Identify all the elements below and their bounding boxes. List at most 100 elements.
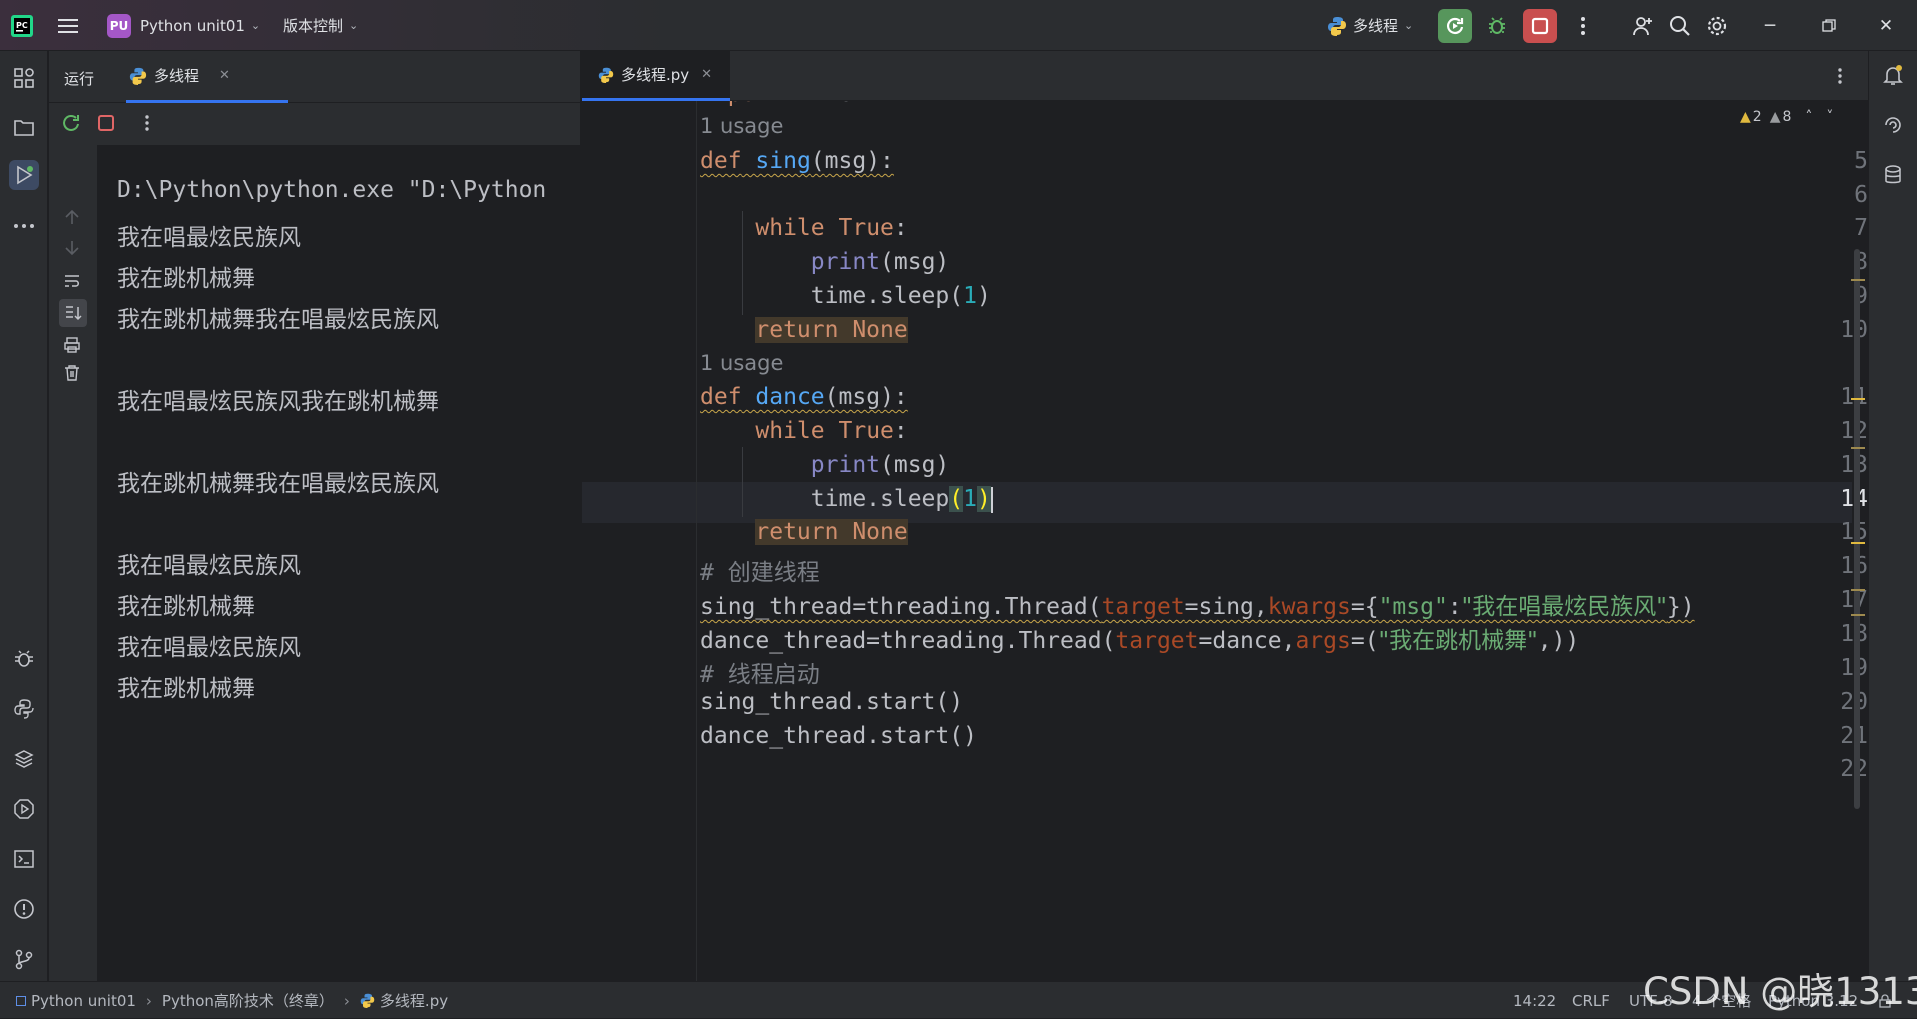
breadcrumb-item[interactable]: Python高阶技术（终章） [162,990,334,1011]
arrow-down-icon[interactable] [63,239,81,261]
git-branch-icon[interactable] [9,944,39,974]
weak-warning-icon: ▲ [1769,109,1781,125]
code-line: sing_thread.start() [700,689,964,715]
module-icon [16,995,26,1006]
project-folder-icon[interactable] [9,113,39,143]
code-line: dance_thread.start() [700,723,977,749]
code-line: dance_thread=threading.Thread(target=dan… [700,628,1580,654]
arrow-up-icon[interactable] [63,208,81,230]
chevron-right-icon: › [145,991,152,1010]
ai-assistant-icon[interactable] [1882,114,1904,140]
print-icon[interactable] [63,336,81,358]
warning-icon: ▲ [1740,109,1751,125]
run-config-selector[interactable]: 多线程 ⌄ [1327,0,1413,51]
search-icon[interactable] [1663,9,1697,43]
more-options-icon[interactable] [144,113,150,137]
problems-icon[interactable] [9,894,39,924]
structure-icon[interactable] [9,63,39,93]
project-name: Python unit01 [140,16,245,35]
terminal-icon[interactable] [9,844,39,874]
settings-gear-icon[interactable] [1700,9,1734,43]
code-comment: # 创建线程 [700,560,820,586]
svg-text:PC: PC [16,21,28,30]
soft-wrap-icon[interactable] [63,272,81,294]
editor-tabs: 多线程.py ✕ [582,51,1868,101]
debug-tool-icon[interactable] [9,644,39,674]
code-line: return None [755,317,908,343]
code-line: def sing(msg): [700,148,894,174]
python-icon [360,993,375,1008]
more-actions-icon[interactable] [1566,9,1600,43]
run-tool-icon[interactable] [9,160,39,190]
scroll-marker[interactable] [1851,447,1865,449]
rerun-icon[interactable] [61,113,81,137]
chevron-down-icon: ⌄ [349,19,359,32]
vcs-selector[interactable]: 版本控制 ⌄ [283,0,358,51]
text-cursor [990,486,993,513]
tab-run-config[interactable]: 多线程 ✕ [126,51,288,103]
chevron-down-icon[interactable]: ˅ [1826,109,1833,125]
console-line: 我在跳机械舞我在唱最炫民族风 [117,307,439,333]
add-user-icon[interactable] [1626,9,1660,43]
scroll-marker[interactable] [1851,589,1865,591]
watermark: CSDN @晓1313 [1643,970,1917,1013]
close-tab-icon[interactable]: ✕ [701,67,712,82]
tab-editor-file[interactable]: 多线程.py ✕ [582,51,730,101]
code-comment: # 线程启动 [700,662,820,688]
editor-options-icon[interactable] [1837,66,1843,90]
code-line: print(msg) [810,452,950,478]
services-icon[interactable] [9,794,39,824]
warning-count: 2 [1752,109,1762,125]
main-menu-icon[interactable] [58,0,80,51]
scroll-marker[interactable] [1851,614,1865,616]
breadcrumb: Python unit01 › Python高阶技术（终章） › 多线程.py [16,982,448,1019]
rerun-icon [1447,17,1464,34]
indent-guide [742,211,743,315]
breadcrumb-item[interactable]: Python unit01 [31,992,136,1010]
code-line: def dance(msg): [700,384,908,410]
code-line: while True: [755,215,908,241]
console-line: 我在跳机械舞 [117,266,255,292]
python-icon [129,67,147,85]
line-number: 5 [1854,148,1868,174]
close-button[interactable]: ✕ [1863,0,1909,51]
restore-button[interactable] [1806,0,1852,51]
trash-icon[interactable] [63,364,81,386]
layers-icon[interactable] [9,744,39,774]
chevron-up-icon[interactable]: ˄ [1805,109,1812,125]
scroll-marker[interactable] [1851,398,1865,400]
close-tab-icon[interactable]: ✕ [219,68,230,83]
editor-content[interactable]: import time ▲ 2 ▲ 8 ˄ ˅ 5 6 7 8 9 10 11 … [582,101,1868,981]
project-selector[interactable]: PU Python unit01 ⌄ [107,0,260,51]
debug-button[interactable] [1480,9,1514,43]
minimize-button[interactable]: ─ [1747,0,1793,51]
breadcrumb-item[interactable]: 多线程.py [380,990,448,1011]
line-separator[interactable]: CRLF [1572,982,1610,1019]
python-console-icon[interactable] [9,694,39,724]
usage-hint[interactable]: 1 usage [700,114,783,138]
code-line: sing_thread=threading.Thread(target=sing… [700,594,1695,620]
run-config-name: 多线程 [1353,17,1399,35]
stop-icon[interactable] [98,115,114,135]
database-icon[interactable] [1882,164,1904,190]
vertical-scrollbar[interactable] [1854,249,1860,809]
more-tools-icon[interactable] [9,211,39,241]
pycharm-logo-icon[interactable]: PC [10,0,34,51]
scroll-marker[interactable] [1851,279,1865,281]
title-bar: PC PU Python unit01 ⌄ 版本控制 ⌄ 多线程 ⌄ ─ ✕ [0,0,1917,51]
usage-hint[interactable]: 1 usage [700,351,783,375]
console-output[interactable]: D:\Python\python.exe "D:\Python 我在唱最炫民族风… [98,145,581,981]
stop-button[interactable] [1523,9,1557,43]
scroll-marker[interactable] [1851,542,1865,544]
console-side-toolbar [49,145,98,981]
code-line-partial: import time [700,101,852,107]
caret-position[interactable]: 14:22 [1513,982,1556,1019]
run-toolbar [49,103,581,145]
code-line-current: time.sleep(1) [810,486,993,513]
code-line: return None [755,519,908,545]
scroll-to-end-icon[interactable] [59,299,87,327]
console-line: 我在唱最炫民族风 [117,225,301,251]
rerun-button[interactable] [1438,9,1472,43]
notifications-bell-icon[interactable] [1882,64,1904,90]
inspection-widget[interactable]: ▲ 2 ▲ 8 ˄ ˅ [1740,109,1833,125]
